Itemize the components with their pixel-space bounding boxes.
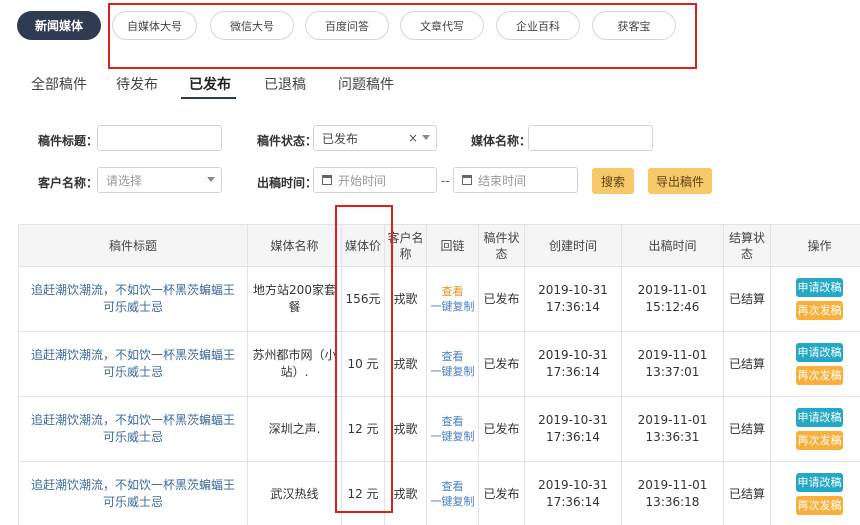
end-date-input[interactable]: 结束时间	[453, 167, 578, 193]
table-row: 追赶潮饮潮流，不如饮一杯黑茨蝙蝠王可乐威士忌 地方站200家套餐 156元 戎歌…	[18, 266, 860, 332]
table-row: 追赶潮饮潮流，不如饮一杯黑茨蝙蝠王可乐威士忌 深圳之声. 12 元 戎歌 查看一…	[18, 396, 860, 462]
title-filter-input[interactable]	[97, 125, 222, 151]
row-status: 已发布	[478, 396, 525, 462]
view-link[interactable]: 查看	[427, 479, 478, 494]
highlight-box-nav	[108, 3, 697, 69]
copy-link[interactable]: 一键复制	[427, 364, 478, 379]
end-date-placeholder: 结束时间	[478, 173, 527, 188]
resend-button[interactable]: 再次发稿	[796, 496, 843, 515]
row-created-date: 2019-10-31	[538, 478, 608, 492]
status-filter-value: 已发布	[322, 131, 359, 146]
customer-filter-placeholder: 请选择	[106, 173, 143, 188]
resend-button[interactable]: 再次发稿	[796, 431, 843, 450]
row-settlement: 已结算	[723, 461, 771, 525]
row-published-time: 13:36:18	[645, 495, 700, 509]
row-published-time: 15:12:46	[645, 300, 700, 314]
view-link[interactable]: 查看	[427, 284, 478, 299]
row-media: 地方站200家套餐	[247, 266, 342, 332]
calendar-icon	[322, 175, 332, 185]
apply-revision-button[interactable]: 申请改稿	[796, 278, 843, 297]
apply-revision-button[interactable]: 申请改稿	[796, 408, 843, 427]
search-button[interactable]: 搜索	[592, 168, 634, 194]
chevron-down-icon	[422, 135, 430, 140]
highlight-box-price	[335, 205, 393, 513]
row-created-date: 2019-10-31	[538, 283, 608, 297]
media-filter-label: 媒体名称：	[471, 134, 532, 148]
row-published-date: 2019-11-01	[637, 413, 708, 427]
apply-revision-button[interactable]: 申请改稿	[796, 343, 843, 362]
col-header-title: 稿件标题	[18, 224, 248, 267]
row-media: 苏州都市网（小站）.	[247, 331, 342, 397]
date-range-separator: --	[441, 174, 450, 188]
tab-problem[interactable]: 问题稿件	[338, 74, 394, 94]
copy-link[interactable]: 一键复制	[427, 299, 478, 314]
row-settlement: 已结算	[723, 266, 771, 332]
row-media: 武汉热线	[247, 461, 342, 525]
start-date-placeholder: 开始时间	[338, 173, 387, 188]
row-published-date: 2019-11-01	[637, 283, 708, 297]
col-header-backlink: 回链	[426, 224, 479, 267]
table-header-row: 稿件标题 媒体名称 媒体价 客户名称 回链 稿件状态 创建时间 出稿时间 结算状…	[18, 224, 860, 267]
resend-button[interactable]: 再次发稿	[796, 366, 843, 385]
row-created-date: 2019-10-31	[538, 413, 608, 427]
status-filter-select[interactable]: 已发布 ×	[313, 125, 437, 151]
row-status: 已发布	[478, 266, 525, 332]
row-created-time: 17:36:14	[546, 365, 600, 379]
start-date-input[interactable]: 开始时间	[313, 167, 437, 193]
row-title-link[interactable]: 追赶潮饮潮流，不如饮一杯黑茨蝙蝠王可乐威士忌	[18, 461, 248, 525]
col-header-settlement: 结算状态	[723, 224, 771, 267]
row-published-date: 2019-11-01	[637, 478, 708, 492]
calendar-icon	[462, 175, 472, 185]
row-status: 已发布	[478, 461, 525, 525]
row-settlement: 已结算	[723, 331, 771, 397]
view-link[interactable]: 查看	[427, 349, 478, 364]
clear-icon[interactable]: ×	[408, 131, 418, 145]
row-title-link[interactable]: 追赶潮饮潮流，不如饮一杯黑茨蝙蝠王可乐威士忌	[18, 331, 248, 397]
resend-button[interactable]: 再次发稿	[796, 301, 843, 320]
col-header-actions: 操作	[770, 224, 860, 267]
row-status: 已发布	[478, 331, 525, 397]
nav-pill-news-media[interactable]: 新闻媒体	[17, 11, 101, 40]
copy-link[interactable]: 一键复制	[427, 494, 478, 509]
row-title-link[interactable]: 追赶潮饮潮流，不如饮一杯黑茨蝙蝠王可乐威士忌	[18, 396, 248, 462]
tab-active-underline	[181, 97, 236, 99]
copy-link[interactable]: 一键复制	[427, 429, 478, 444]
row-settlement: 已结算	[723, 396, 771, 462]
tab-all[interactable]: 全部稿件	[31, 74, 87, 94]
title-filter-label: 稿件标题：	[38, 134, 99, 148]
time-filter-label: 出稿时间：	[257, 176, 318, 190]
row-published-time: 13:36:31	[645, 430, 700, 444]
export-button[interactable]: 导出稿件	[648, 168, 712, 194]
customer-filter-select[interactable]: 请选择	[97, 167, 222, 193]
tab-pending[interactable]: 待发布	[116, 74, 158, 94]
row-media: 深圳之声.	[247, 396, 342, 462]
status-filter-label: 稿件状态：	[257, 134, 318, 148]
col-header-status: 稿件状态	[478, 224, 525, 267]
tab-published[interactable]: 已发布	[189, 74, 231, 94]
row-published-date: 2019-11-01	[637, 348, 708, 362]
table-row: 追赶潮饮潮流，不如饮一杯黑茨蝙蝠王可乐威士忌 武汉热线 12 元 戎歌 查看 一键…	[18, 461, 860, 525]
col-header-media: 媒体名称	[247, 224, 342, 267]
row-created-time: 17:36:14	[546, 300, 600, 314]
view-link[interactable]: 查看	[427, 414, 478, 429]
tab-rejected[interactable]: 已退稿	[264, 74, 306, 94]
manuscript-table: 稿件标题 媒体名称 媒体价 客户名称 回链 稿件状态 创建时间 出稿时间 结算状…	[18, 224, 860, 525]
chevron-down-icon	[207, 177, 215, 182]
row-created-date: 2019-10-31	[538, 348, 608, 362]
row-created-time: 17:36:14	[546, 430, 600, 444]
table-row: 追赶潮饮潮流，不如饮一杯黑茨蝙蝠王可乐威士忌 苏州都市网（小站）. 10 元 戎…	[18, 331, 860, 397]
col-header-created: 创建时间	[524, 224, 622, 267]
row-published-time: 13:37:01	[645, 365, 700, 379]
media-filter-input[interactable]	[528, 125, 653, 151]
row-created-time: 17:36:14	[546, 495, 600, 509]
customer-filter-label: 客户名称：	[38, 176, 99, 190]
row-title-link[interactable]: 追赶潮饮潮流，不如饮一杯黑茨蝙蝠王可乐威士忌	[18, 266, 248, 332]
apply-revision-button[interactable]: 申请改稿	[796, 473, 843, 492]
col-header-published: 出稿时间	[621, 224, 724, 267]
